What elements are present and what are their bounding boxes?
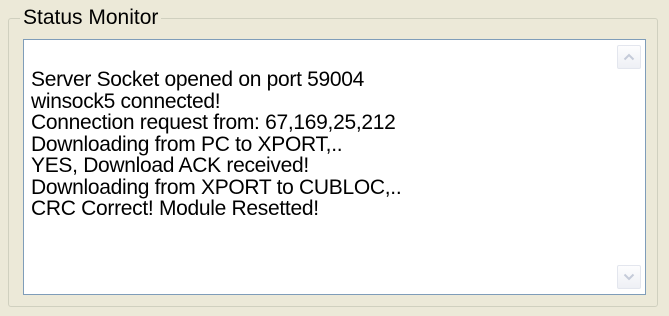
status-log-textarea[interactable]: Server Socket opened on port 59004 winso… <box>23 39 646 295</box>
log-line: Downloading from XPORT to CUBLOC,.. <box>31 175 402 199</box>
log-line: Downloading from PC to XPORT,.. <box>31 132 343 156</box>
chevron-down-icon <box>623 273 635 281</box>
log-line: CRC Correct! Module Resetted! <box>31 197 319 220</box>
status-log-content: Server Socket opened on port 59004 winso… <box>24 40 612 294</box>
chevron-up-icon <box>623 53 635 61</box>
log-line: Server Socket opened on port 59004 <box>31 68 365 91</box>
log-line: Connection request from: 67,169,25,212 <box>31 111 396 134</box>
scroll-up-button[interactable] <box>617 45 641 69</box>
log-line: winsock5 connected! <box>31 89 221 113</box>
scroll-down-button[interactable] <box>617 265 641 289</box>
vertical-scrollbar[interactable] <box>612 40 645 294</box>
log-line: YES, Download ACK received! <box>31 154 309 177</box>
status-monitor-title: Status Monitor <box>20 5 162 31</box>
